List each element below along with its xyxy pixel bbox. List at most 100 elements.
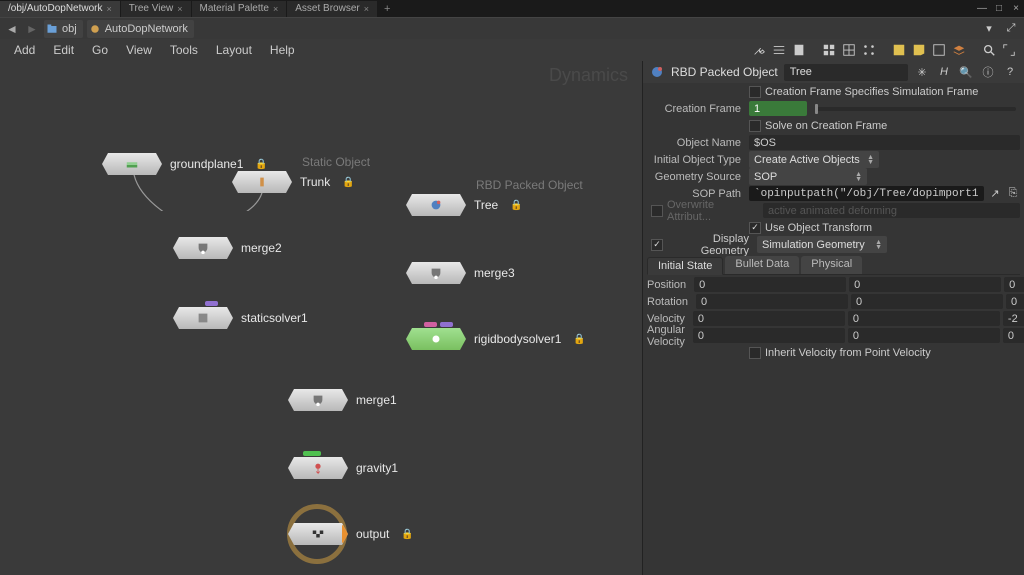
network-type-label: Dynamics [549,65,628,86]
gear-icon[interactable]: ✳ [914,64,930,80]
creation-frame-spec-checkbox[interactable] [749,86,761,98]
close-icon[interactable]: × [177,4,182,14]
menu-tools[interactable]: Tools [162,40,206,60]
display-geo-select[interactable]: Simulation Geometry▲▼ [757,236,887,253]
node-canvas[interactable]: Dynamics groundplane1🔒 Static Object [0,61,642,575]
node-type-label: RBD Packed Object [671,65,778,79]
geo-source-select[interactable]: SOP▲▼ [749,168,867,185]
node-merge1[interactable]: merge1 [288,389,397,411]
back-button[interactable]: ◄ [4,21,20,37]
overwrite-attr-checkbox[interactable] [651,205,663,217]
overwrite-attr-input [763,203,1020,218]
velocity-y-input[interactable] [848,311,1000,326]
breadcrumb-bar: ◄ ► obj AutoDopNetwork ▾ ⤢ [0,17,1024,39]
close-icon[interactable]: × [1008,3,1024,14]
node-tree[interactable]: RBD Packed Object Tree🔒 [406,194,523,216]
tab-assetbrowser[interactable]: Asset Browser× [287,1,377,17]
tab-physical[interactable]: Physical [801,256,862,274]
menu-add[interactable]: Add [6,40,43,60]
velocity-z-input[interactable] [1003,311,1024,326]
node-merge3[interactable]: merge3 [406,262,515,284]
menu-view[interactable]: View [118,40,160,60]
expand-icon[interactable] [1000,41,1018,59]
tab-matpalette[interactable]: Material Palette× [192,1,287,17]
inherit-vel-checkbox[interactable] [749,347,761,359]
node-output[interactable]: output🔒 [288,523,414,545]
tab-autodop[interactable]: /obj/AutoDopNetwork× [0,1,120,17]
help-icon[interactable]: ? [1002,64,1018,80]
creation-frame-label: Creation Frame [647,103,745,115]
box-icon[interactable] [930,41,948,59]
init-type-select[interactable]: Create Active Objects▲▼ [749,151,879,168]
display-geo-label: Display Geometry [667,233,753,257]
geo-source-label: Geometry Source [647,171,745,183]
menu-help[interactable]: Help [262,40,303,60]
menu-bar: Add Edit Go View Tools Layout Help [0,39,1024,61]
node-type-icon [649,64,665,80]
node-staticsolver[interactable]: staticsolver1 [173,307,308,329]
close-icon[interactable]: × [107,4,112,14]
dots-icon[interactable] [860,41,878,59]
solve-on-cf-checkbox[interactable] [749,120,761,132]
sop-path-input[interactable] [749,186,984,201]
forward-button[interactable]: ► [24,21,40,37]
node-gravity[interactable]: gravity1 [288,457,398,479]
grid-icon[interactable] [820,41,838,59]
rotation-x-input[interactable] [696,294,848,309]
minimize-icon[interactable]: — [974,3,990,14]
expand-icon[interactable]: ⤢ [1002,22,1020,35]
creation-frame-input[interactable] [749,101,807,116]
menu-layout[interactable]: Layout [208,40,260,60]
creation-frame-spec-label: Creation Frame Specifies Simulation Fram… [765,86,978,98]
object-name-input[interactable] [749,135,1020,150]
menu-go[interactable]: Go [84,40,116,60]
node-name-input[interactable]: Tree [784,64,908,81]
add-tab-button[interactable]: + [378,3,396,15]
node-merge2[interactable]: merge2 [173,237,282,259]
lock-icon: 🔒 [401,529,413,540]
node-trunk[interactable]: Static Object Trunk🔒 [232,171,355,193]
display-geo-checkbox[interactable] [651,239,663,251]
tab-initial-state[interactable]: Initial State [647,257,723,275]
rotation-z-input[interactable] [1006,294,1024,309]
creation-frame-slider[interactable] [815,107,1016,111]
tab-treeview[interactable]: Tree View× [121,1,191,17]
open-path-icon[interactable]: ↗ [988,187,1002,201]
menu-edit[interactable]: Edit [45,40,82,60]
crumb-obj[interactable]: obj [44,20,83,38]
position-y-input[interactable] [849,277,1001,292]
pin-icon[interactable]: ▾ [980,22,998,35]
info-icon[interactable]: ⓘ [980,64,996,80]
crumb-network[interactable]: AutoDopNetwork [87,20,194,38]
close-icon[interactable]: × [273,4,278,14]
param-subtabs: Initial State Bullet Data Physical [647,256,1020,275]
node-rigidbodysolver[interactable]: rigidbodysolver1🔒 [406,328,586,350]
choose-path-icon[interactable]: ⎘ [1006,187,1020,201]
position-z-input[interactable] [1004,277,1024,292]
rotation-label: Rotation [647,296,692,308]
angvel-x-input[interactable] [693,328,845,343]
maximize-icon[interactable]: □ [991,3,1007,14]
sticky-icon[interactable] [890,41,908,59]
search-icon[interactable] [980,41,998,59]
note-icon[interactable] [910,41,928,59]
grid2-icon[interactable] [840,41,858,59]
position-x-input[interactable] [694,277,846,292]
position-label: Position [647,279,690,291]
layers-icon[interactable] [950,41,968,59]
list-icon[interactable] [770,41,788,59]
angvel-z-input[interactable] [1003,328,1024,343]
wrench-icon[interactable] [750,41,768,59]
page-icon[interactable] [790,41,808,59]
object-name-label: Object Name [647,137,745,149]
close-icon[interactable]: × [364,4,369,14]
velocity-x-input[interactable] [693,311,845,326]
tab-bullet-data[interactable]: Bullet Data [725,256,799,274]
search-icon[interactable]: 🔍 [958,64,974,80]
lock-icon: 🔒 [255,159,267,170]
lock-icon: 🔒 [342,177,354,188]
rotation-y-input[interactable] [851,294,1003,309]
top-tabs: /obj/AutoDopNetwork× Tree View× Material… [0,0,1024,17]
filter-icon[interactable]: H [936,64,952,80]
angvel-y-input[interactable] [848,328,1000,343]
